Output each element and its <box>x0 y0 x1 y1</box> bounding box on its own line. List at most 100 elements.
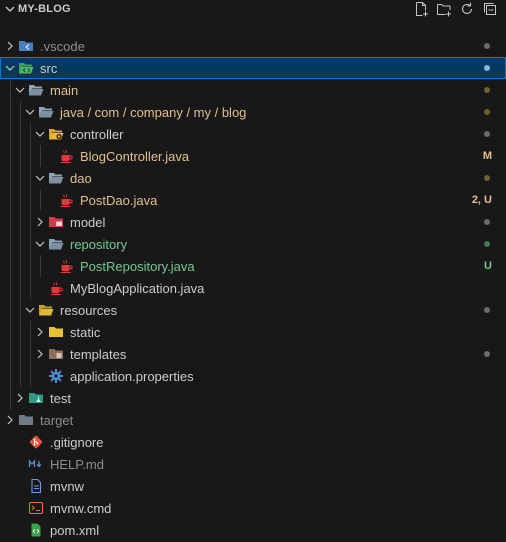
tree-item-mvnw[interactable]: mvnw <box>0 475 506 497</box>
tree-item-controller[interactable]: controller <box>0 123 506 145</box>
static-folder-icon <box>48 324 64 340</box>
tree-item-target[interactable]: target <box>0 409 506 431</box>
tree-item-label: resources <box>60 302 118 318</box>
tree-item-model[interactable]: model <box>0 211 506 233</box>
tree-item-gitignore[interactable]: .gitignore <box>0 431 506 453</box>
tree-item-label: src <box>40 60 58 76</box>
tree-item-test[interactable]: test <box>0 387 506 409</box>
tree-item-label: MyBlogApplication.java <box>70 280 205 296</box>
java-file-icon <box>58 258 74 274</box>
collapse-all-icon[interactable] <box>481 0 498 17</box>
git-status-badge: U <box>484 260 492 272</box>
tree-item-postdao[interactable]: PostDao.java 2, U <box>0 189 506 211</box>
tree-item-vscode[interactable]: .vscode <box>0 35 506 57</box>
java-file-icon <box>48 280 64 296</box>
tree-item-static[interactable]: static <box>0 321 506 343</box>
chevron-right-icon[interactable] <box>2 409 18 431</box>
tree-item-pomxml[interactable]: pom.xml <box>0 519 506 541</box>
resources-folder-icon <box>38 302 54 318</box>
tree-item-src[interactable]: src <box>0 57 506 79</box>
xml-file-icon <box>28 522 44 538</box>
git-status-dot <box>484 131 490 137</box>
tree-item-label: BlogController.java <box>80 148 190 164</box>
git-status-dot <box>484 109 490 115</box>
refresh-icon[interactable] <box>458 0 475 17</box>
tree-item-resources[interactable]: resources <box>0 299 506 321</box>
explorer-title[interactable]: MY-BLOG <box>18 3 71 15</box>
chevron-right-icon[interactable] <box>12 387 28 409</box>
folder-open-icon <box>48 236 64 252</box>
git-status-dot <box>484 43 490 49</box>
chevron-right-icon[interactable] <box>32 343 48 365</box>
chevron-down-icon[interactable] <box>32 123 48 145</box>
test-folder-icon <box>28 390 44 406</box>
vscode-folder-icon <box>18 38 34 54</box>
chevron-down-icon[interactable] <box>22 299 38 321</box>
tree-item-label: PostDao.java <box>80 192 158 208</box>
tree-item-label: templates <box>70 346 127 362</box>
chevron-right-icon[interactable] <box>32 211 48 233</box>
tree-item-main[interactable]: main <box>0 79 506 101</box>
indent-guide <box>40 189 41 211</box>
indent-guide <box>30 321 31 387</box>
tree-item-label: .vscode <box>40 38 85 54</box>
tree-item-label: java / com / company / my / blog <box>60 104 247 120</box>
git-status-badge: M <box>482 150 492 162</box>
indent-guide <box>40 255 41 277</box>
tree-item-label: .gitignore <box>50 434 104 450</box>
tree-item-label: controller <box>70 126 124 142</box>
tree-item-label: dao <box>70 170 92 186</box>
git-status-dot <box>484 65 490 71</box>
tree-item-templates[interactable]: templates <box>0 343 506 365</box>
git-status-dot <box>484 307 490 313</box>
java-file-icon <box>58 192 74 208</box>
tree-item-repository[interactable]: repository <box>0 233 506 255</box>
tree-item-java[interactable]: java / com / company / my / blog <box>0 101 506 123</box>
chevron-down-icon[interactable] <box>22 101 38 123</box>
templates-folder-icon <box>48 346 64 362</box>
tree-item-label: model <box>70 214 106 230</box>
explorer-header: MY-BLOG <box>0 0 506 18</box>
chevron-down-icon[interactable] <box>32 233 48 255</box>
tree-item-label: test <box>50 390 71 406</box>
folder-open-icon <box>38 104 54 120</box>
tree-item-postrepository[interactable]: PostRepository.java U <box>0 255 506 277</box>
tree-item-label: pom.xml <box>50 522 100 538</box>
folder-open-icon <box>48 170 64 186</box>
terminal-icon <box>28 500 44 516</box>
chevron-right-icon[interactable] <box>2 35 18 57</box>
tree-item-label: target <box>40 412 74 428</box>
chevron-down-icon[interactable] <box>2 0 18 18</box>
file-icon <box>28 478 44 494</box>
tree-item-mvnwcmd[interactable]: mvnw.cmd <box>0 497 506 519</box>
tree-item-appprops[interactable]: application.properties <box>0 365 506 387</box>
target-folder-icon <box>18 412 34 428</box>
tree-item-label: mvnw <box>50 478 84 494</box>
git-icon <box>28 434 44 450</box>
chevron-down-icon[interactable] <box>12 79 28 101</box>
indent-guide <box>20 101 21 387</box>
tree-item-label: static <box>70 324 101 340</box>
git-status-dot <box>484 219 490 225</box>
tree-item-mybloggapp[interactable]: MyBlogApplication.java <box>0 277 506 299</box>
chevron-down-icon[interactable] <box>32 167 48 189</box>
git-status-dot <box>484 241 490 247</box>
gear-icon <box>48 368 64 384</box>
chevron-right-icon[interactable] <box>32 321 48 343</box>
chevron-down-icon[interactable] <box>2 57 18 79</box>
tree-item-label: repository <box>70 236 128 252</box>
indent-guide <box>30 123 31 299</box>
new-file-icon[interactable] <box>412 0 429 17</box>
tree-item-dao[interactable]: dao <box>0 167 506 189</box>
tree-item-blogcontroller[interactable]: BlogController.java M <box>0 145 506 167</box>
tree-item-helpmd[interactable]: HELP.md <box>0 453 506 475</box>
new-folder-icon[interactable] <box>435 0 452 17</box>
